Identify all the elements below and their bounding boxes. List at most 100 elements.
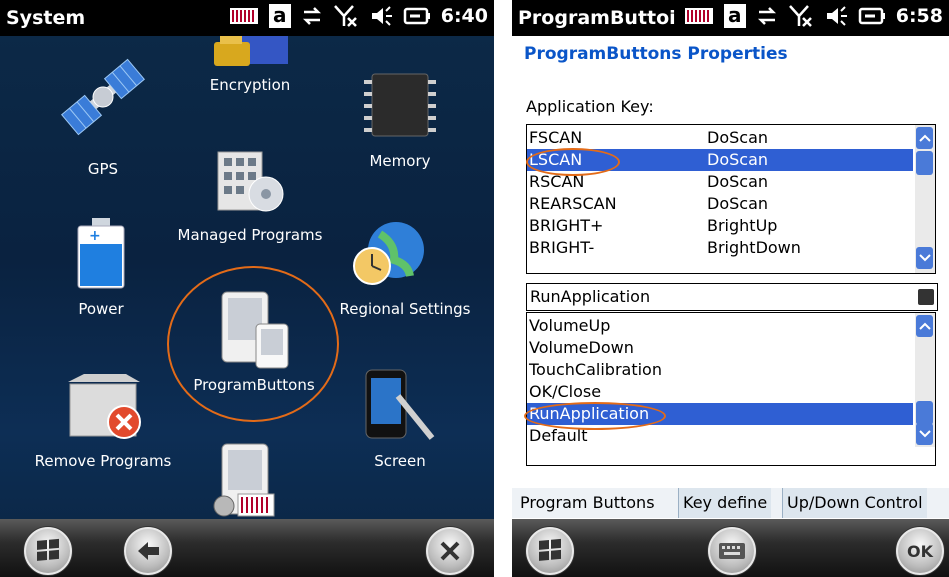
key-name: RSCAN: [529, 172, 585, 191]
scroll-up-button[interactable]: [916, 315, 933, 337]
stylus-device-icon: [365, 369, 435, 440]
input-mode-indicator[interactable]: a: [723, 4, 746, 28]
scroll-down-button[interactable]: [916, 247, 933, 269]
input-mode-indicator[interactable]: a: [268, 4, 291, 28]
app-label-screen: Screen: [374, 452, 426, 470]
building-disc-icon: [217, 151, 284, 212]
scrollbar[interactable]: [915, 125, 935, 273]
chevron-down-icon: [918, 430, 931, 438]
barcode-settings-tile[interactable]: [208, 442, 288, 519]
battery-bars-icon: [229, 8, 258, 24]
system-screen: System a 6:40 Encryption GPS Memory Mana…: [0, 0, 494, 577]
action-name: VolumeDown: [529, 338, 634, 357]
svg-text:+: +: [89, 228, 101, 244]
dropdown-arrow-icon[interactable]: [918, 289, 934, 305]
key-action: DoScan: [707, 150, 769, 169]
key-action: BrightUp: [707, 216, 778, 235]
tab-strip: Program Buttons Key define Up/Down Contr…: [512, 488, 949, 518]
scrollbar[interactable]: [915, 313, 935, 449]
clock[interactable]: 6:58: [896, 5, 943, 27]
list-item[interactable]: Default: [527, 425, 913, 447]
speaker-icon[interactable]: [369, 5, 393, 27]
list-item-selected[interactable]: RunApplication: [527, 403, 913, 425]
list-item[interactable]: VolumeUp: [527, 315, 913, 337]
start-button[interactable]: [24, 527, 72, 575]
action-dropdown[interactable]: RunApplication: [526, 283, 938, 311]
status-bar: System a 6:40: [0, 0, 494, 36]
list-item[interactable]: FSCAN DoScan: [527, 127, 913, 149]
ok-label: OK: [907, 541, 933, 561]
softkey-bar: OK: [512, 519, 949, 577]
list-item[interactable]: RSCAN DoScan: [527, 171, 913, 193]
battery-charging-icon[interactable]: [858, 6, 886, 26]
app-label-remove-programs: Remove Programs: [34, 452, 172, 470]
window-title: System: [6, 7, 86, 29]
managed-programs-tile[interactable]: [210, 150, 290, 214]
speaker-icon[interactable]: [824, 5, 848, 27]
sync-arrows-icon[interactable]: [756, 5, 778, 27]
memory-tile[interactable]: [360, 70, 440, 142]
action-name: OK/Close: [529, 382, 602, 401]
close-button[interactable]: [426, 527, 474, 575]
chevron-up-icon: [918, 322, 931, 330]
barcode-settings-icon: [213, 443, 275, 517]
screen-tile[interactable]: [362, 368, 438, 444]
start-button[interactable]: [526, 527, 574, 575]
ok-button[interactable]: OK: [896, 527, 944, 575]
app-label-gps: GPS: [87, 160, 119, 178]
no-signal-icon[interactable]: [788, 4, 814, 28]
clock[interactable]: 6:40: [441, 5, 488, 27]
list-item[interactable]: VolumeDown: [527, 337, 913, 359]
windows-flag-icon: [37, 538, 59, 561]
key-name: BRIGHT-: [529, 238, 595, 257]
gps-tile[interactable]: [58, 52, 148, 142]
programbuttons-screen: ProgramButtoi a 6:58 ProgramButtons Prop…: [512, 0, 949, 577]
scroll-thumb[interactable]: [916, 401, 933, 425]
back-button[interactable]: [124, 527, 172, 575]
lock-icon: [214, 36, 288, 66]
windows-flag-icon: [539, 538, 561, 561]
app-label-encryption: Encryption: [209, 76, 291, 94]
list-item[interactable]: BRIGHT+ BrightUp: [527, 215, 913, 237]
scroll-down-button[interactable]: [916, 423, 933, 445]
action-name: VolumeUp: [529, 316, 611, 335]
programbuttons-tile[interactable]: [220, 290, 292, 370]
close-icon: [440, 541, 460, 561]
action-list[interactable]: VolumeUp VolumeDown TouchCalibration OK/…: [526, 312, 936, 450]
remove-programs-tile[interactable]: [64, 372, 144, 440]
application-key-list[interactable]: FSCAN DoScan LSCAN DoScan RSCAN DoScan REAR…: [526, 124, 936, 274]
scroll-thumb[interactable]: [916, 151, 933, 175]
list-item-selected[interactable]: LSCAN DoScan: [527, 149, 913, 171]
box-remove-icon: [68, 374, 141, 439]
sync-arrows-icon[interactable]: [301, 5, 323, 27]
encryption-tile[interactable]: [212, 36, 292, 68]
key-action: DoScan: [707, 128, 769, 147]
app-label-managed-programs: Managed Programs: [177, 226, 323, 244]
app-label-regional-settings: Regional Settings: [339, 300, 471, 318]
application-key-label: Application Key:: [526, 97, 654, 116]
list-item[interactable]: REARSCAN DoScan: [527, 193, 913, 215]
list-item[interactable]: TouchCalibration: [527, 359, 913, 381]
key-action: DoScan: [707, 172, 769, 191]
battery-charging-icon[interactable]: [403, 6, 431, 26]
app-label-programbuttons: ProgramButtons: [193, 376, 315, 394]
tab-program-buttons[interactable]: Program Buttons: [516, 488, 659, 518]
tab-up-down-control[interactable]: Up/Down Control: [782, 488, 927, 518]
list-item[interactable]: OK/Close: [527, 381, 913, 403]
back-arrow-icon: [138, 542, 159, 560]
tab-key-define[interactable]: Key define: [678, 488, 772, 518]
key-action: DoScan: [707, 194, 769, 213]
action-name: RunApplication: [529, 404, 650, 423]
list-footer: [526, 447, 936, 466]
power-tile[interactable]: +: [76, 218, 126, 290]
chip-icon: [364, 73, 436, 137]
softkey-bar: [0, 519, 494, 577]
list-item[interactable]: BRIGHT- BrightDown: [527, 237, 913, 259]
chevron-down-icon: [918, 254, 931, 262]
no-signal-icon[interactable]: [333, 4, 359, 28]
keyboard-button[interactable]: [708, 527, 756, 575]
key-action: BrightDown: [707, 238, 801, 257]
chevron-up-icon: [918, 134, 931, 142]
scroll-up-button[interactable]: [916, 127, 933, 149]
regional-settings-tile[interactable]: [350, 220, 430, 290]
